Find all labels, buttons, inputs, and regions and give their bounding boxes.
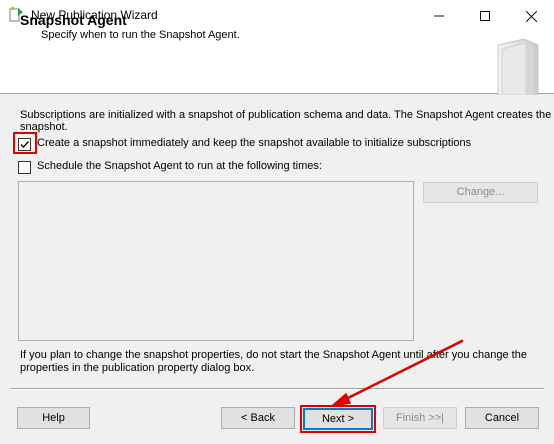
annotation-arrow-icon — [329, 339, 464, 408]
